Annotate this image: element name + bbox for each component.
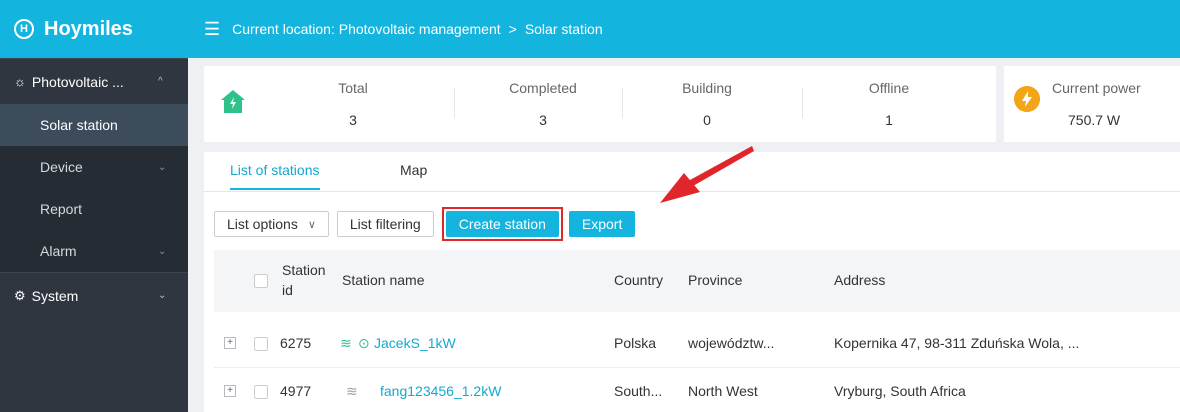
- stat-label: Offline: [868, 80, 910, 96]
- column-header-station-name[interactable]: Station name: [342, 272, 425, 288]
- list-options-label: List options: [227, 216, 298, 232]
- select-all-checkbox[interactable]: [254, 274, 268, 288]
- column-header-address[interactable]: Address: [834, 272, 885, 288]
- sun-gear-icon: ☼: [14, 74, 26, 89]
- chevron-up-icon: ^: [158, 76, 163, 87]
- tab-bar: List of stations Map: [204, 152, 1180, 192]
- sidebar-item-label: Solar station: [40, 117, 118, 133]
- chevron-down-icon: ∨: [307, 218, 316, 231]
- tab-map[interactable]: Map: [400, 162, 427, 188]
- column-header-id[interactable]: id: [282, 282, 293, 298]
- column-header-province[interactable]: Province: [688, 272, 742, 288]
- station-address: Vryburg, South Africa: [834, 383, 966, 399]
- stat-label: Total: [338, 80, 368, 96]
- station-province: North West: [688, 383, 758, 399]
- station-id: 6275: [280, 335, 312, 351]
- chevron-down-icon: ⌄: [158, 161, 167, 173]
- station-summary: Total 3 Completed 3 Building 0 Offline 1: [204, 66, 996, 142]
- home-icon: [221, 90, 245, 113]
- table-row[interactable]: + 4977 ≋ fang123456_1.2kW South... North…: [214, 368, 1180, 412]
- highlight-box: Create station: [441, 207, 563, 241]
- expand-icon[interactable]: +: [224, 337, 236, 349]
- chevron-down-icon: ⌄: [158, 290, 167, 301]
- lightning-icon: [1014, 86, 1040, 112]
- sidebar-group-system[interactable]: ⚙ System ⌄: [0, 272, 188, 318]
- table-header: Station id Station name Country Province…: [214, 250, 1180, 312]
- sidebar-item-report[interactable]: Report: [0, 188, 188, 230]
- stat-value: 1: [885, 112, 893, 128]
- station-province: województw...: [688, 335, 775, 351]
- stat-building: Building 0: [622, 66, 792, 142]
- stat-total: Total 3: [268, 66, 438, 142]
- breadcrumb-separator: >: [508, 21, 517, 37]
- create-station-button[interactable]: Create station: [445, 211, 559, 237]
- brand-name: Hoymiles: [44, 17, 133, 40]
- sidebar-item-device[interactable]: Device ⌄: [0, 146, 188, 188]
- brand-logo[interactable]: H Hoymiles: [0, 0, 188, 58]
- gear-icon: ⚙: [14, 287, 26, 303]
- stat-value: 0: [703, 112, 711, 128]
- breadcrumb-current: Solar station: [524, 21, 603, 37]
- list-options-button[interactable]: List options ∨: [214, 211, 329, 237]
- sidebar-group-label: Photovoltaic ...: [31, 73, 124, 90]
- check-circle-icon: ⊙: [358, 335, 370, 351]
- list-filtering-button[interactable]: List filtering: [336, 211, 434, 237]
- stat-label: Building: [682, 80, 732, 96]
- hoymiles-logo-icon: H: [14, 19, 34, 39]
- toolbar: List options ∨ List filtering Create sta…: [214, 207, 643, 241]
- stat-offline: Offline 1: [804, 66, 974, 142]
- sidebar-item-label: Device: [40, 159, 83, 175]
- chevron-down-icon: ⌄: [158, 245, 167, 257]
- row-checkbox[interactable]: [254, 337, 268, 351]
- stat-value: 3: [539, 112, 547, 128]
- power-label: Current power: [1052, 80, 1141, 96]
- export-button[interactable]: Export: [568, 211, 636, 237]
- sidebar: H Hoymiles ☼ Photovoltaic ... ^ Solar st…: [0, 0, 188, 412]
- station-address: Kopernika 47, 98-311 Zduńska Wola, ...: [834, 335, 1080, 351]
- current-power-card: Current power 750.7 W: [1004, 66, 1180, 142]
- station-name-link[interactable]: fang123456_1.2kW: [380, 383, 501, 399]
- sidebar-group-label: System: [31, 287, 79, 304]
- stations-panel: List of stations Map List options ∨ List…: [204, 152, 1180, 412]
- signal-icon: ≋: [340, 335, 352, 351]
- sidebar-group-photovoltaic[interactable]: ☼ Photovoltaic ... ^: [0, 58, 188, 104]
- sidebar-item-solar-station[interactable]: Solar station: [0, 104, 188, 146]
- stat-value: 3: [349, 112, 357, 128]
- breadcrumb: ☰ Current location: Photovoltaic managem…: [188, 0, 1180, 58]
- column-header-station[interactable]: Station: [282, 262, 326, 278]
- stat-completed: Completed 3: [458, 66, 628, 142]
- divider: [454, 88, 455, 118]
- sidebar-item-alarm[interactable]: Alarm ⌄: [0, 230, 188, 272]
- signal-offline-icon: ≋: [346, 383, 358, 399]
- station-country: South...: [614, 383, 663, 399]
- station-country: Polska: [614, 335, 657, 351]
- menu-icon[interactable]: ☰: [204, 19, 220, 40]
- row-checkbox[interactable]: [254, 385, 268, 399]
- station-name-link[interactable]: JacekS_1kW: [374, 335, 456, 351]
- tab-list-of-stations[interactable]: List of stations: [230, 162, 320, 190]
- stat-label: Completed: [509, 80, 577, 96]
- breadcrumb-prefix: Current location: Photovoltaic managemen…: [232, 21, 501, 37]
- column-header-country[interactable]: Country: [614, 272, 663, 288]
- divider: [802, 88, 803, 118]
- sidebar-item-label: Report: [40, 201, 83, 217]
- table-row[interactable]: + 6275 ≋ ⊙ JacekS_1kW Polska województw.…: [214, 320, 1180, 368]
- sidebar-item-label: Alarm: [40, 243, 77, 259]
- power-value: 750.7 W: [1068, 112, 1121, 128]
- station-id: 4977: [280, 383, 312, 399]
- expand-icon[interactable]: +: [224, 385, 236, 397]
